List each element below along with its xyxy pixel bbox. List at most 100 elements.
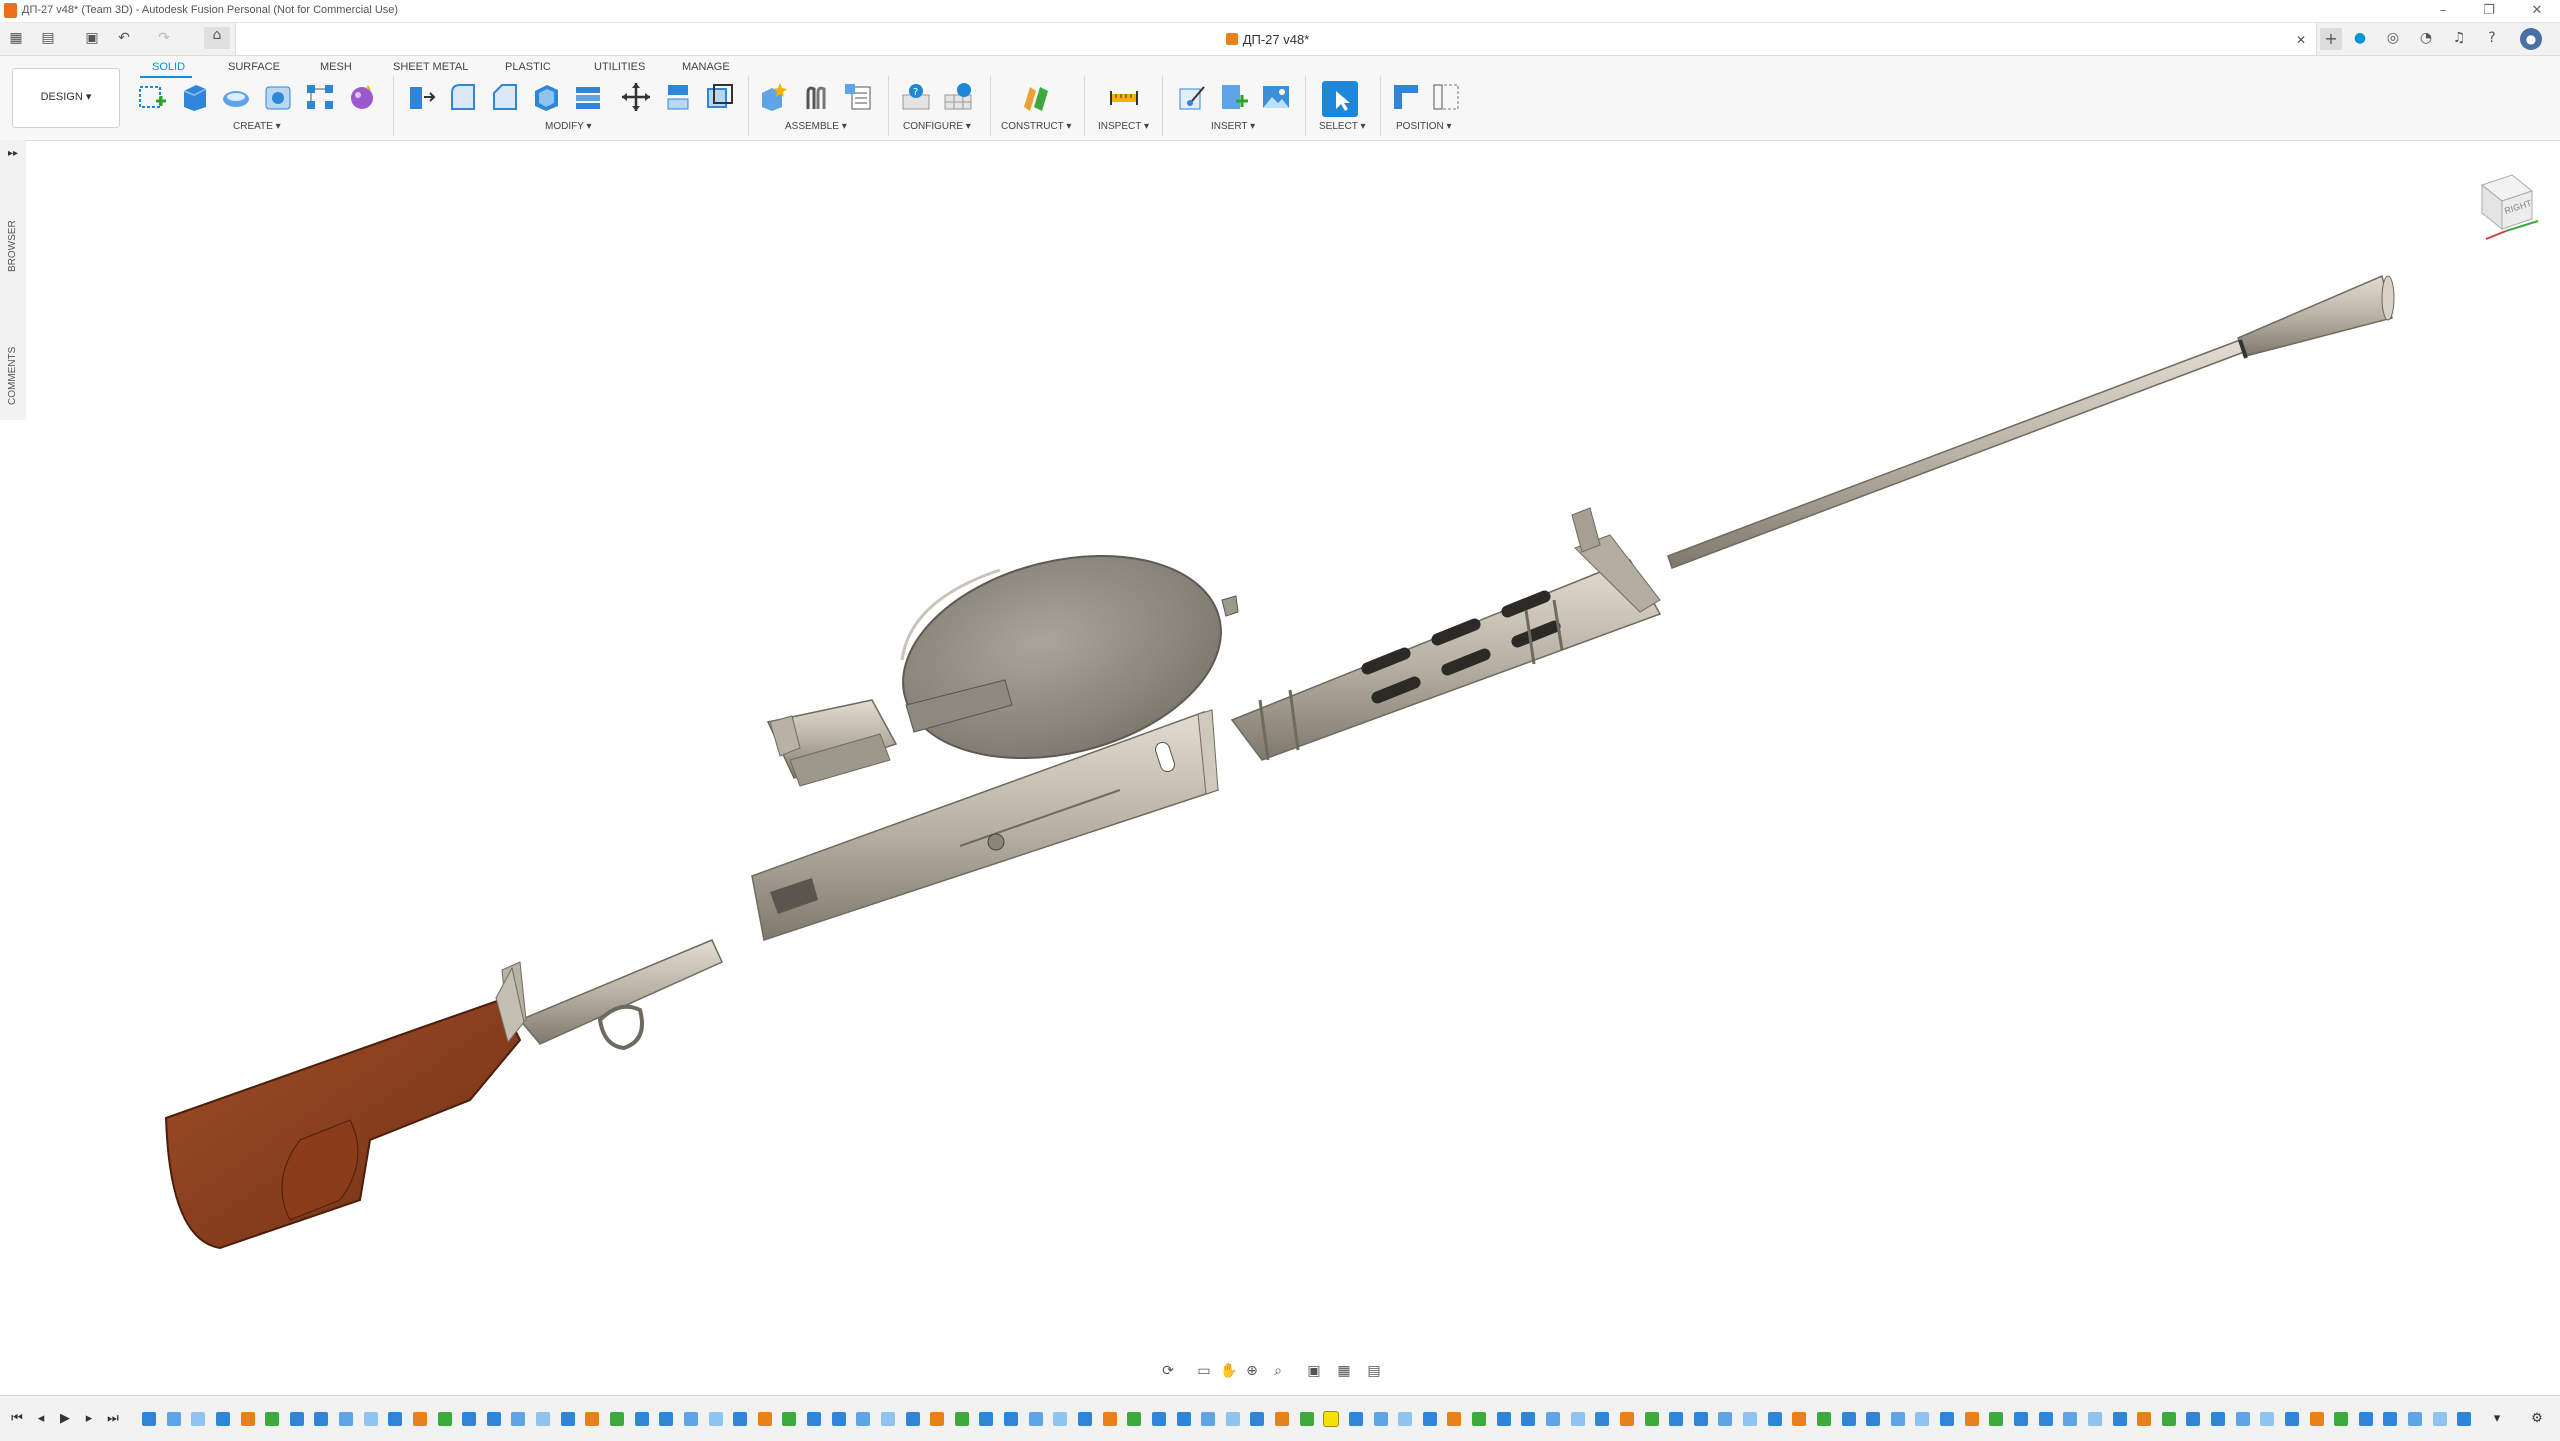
skip-end-icon[interactable]: ⏭ [104, 1410, 122, 1428]
tab-utilities[interactable]: UTILITIES [594, 61, 645, 73]
timeline-feature-icon[interactable] [1842, 1412, 1856, 1426]
group-create[interactable]: CREATE ▾ [233, 121, 281, 132]
timeline-feature-icon[interactable] [979, 1412, 993, 1426]
timeline-feature-icon[interactable] [1447, 1412, 1461, 1426]
timeline-feature-icon[interactable] [364, 1412, 378, 1426]
timeline-feature-icon[interactable] [1546, 1412, 1560, 1426]
timeline-feature-icon[interactable] [2310, 1412, 2324, 1426]
timeline-feature-icon[interactable] [1521, 1412, 1535, 1426]
view-cube[interactable]: RIGHT [2466, 165, 2546, 245]
timeline-feature-icon[interactable] [782, 1412, 796, 1426]
form-button[interactable] [346, 81, 378, 113]
combine-button[interactable] [572, 81, 604, 113]
timeline-feature-icon[interactable] [2137, 1412, 2151, 1426]
timeline-feature-icon[interactable] [339, 1412, 353, 1426]
tab-solid[interactable]: SOLID [152, 61, 185, 73]
timeline-feature-icon[interactable] [2236, 1412, 2250, 1426]
capture-position-button[interactable] [1390, 81, 1422, 113]
timeline-feature-icon[interactable] [2113, 1412, 2127, 1426]
timeline-settings-icon[interactable]: ⚙ [2528, 1410, 2546, 1428]
timeline-feature-icon[interactable] [413, 1412, 427, 1426]
timeline-feature-icon[interactable] [585, 1412, 599, 1426]
fillet-button[interactable] [446, 81, 478, 113]
timeline-feature-icon[interactable] [1127, 1412, 1141, 1426]
timeline-feature-icon[interactable] [1349, 1412, 1363, 1426]
tab-manage[interactable]: MANAGE [682, 61, 730, 73]
timeline-feature-icon[interactable] [1595, 1412, 1609, 1426]
timeline-feature-icon[interactable] [241, 1412, 255, 1426]
insert-mcmaster-button[interactable] [1218, 81, 1250, 113]
timeline-feature-icon[interactable] [856, 1412, 870, 1426]
timeline-feature-icon[interactable] [758, 1412, 772, 1426]
skip-start-icon[interactable]: ⏮ [8, 1410, 26, 1428]
wooden-stock-part[interactable] [164, 966, 525, 1250]
timeline-feature-icon[interactable] [881, 1412, 895, 1426]
feed-cover-part[interactable] [766, 699, 898, 787]
timeline-feature-icon[interactable] [2285, 1412, 2299, 1426]
press-pull-button[interactable] [404, 81, 436, 113]
revert-position-button[interactable] [1430, 81, 1462, 113]
fit-icon[interactable]: ⌕ [1270, 1363, 1286, 1379]
browser-panel-tab[interactable]: BROWSER [7, 220, 18, 272]
timeline-feature-icon[interactable] [2433, 1412, 2447, 1426]
timeline-feature-icon[interactable] [438, 1412, 452, 1426]
timeline-feature-icon[interactable] [1669, 1412, 1683, 1426]
comments-panel-tab[interactable]: COMMENTS [7, 347, 18, 405]
align-button[interactable] [662, 81, 694, 113]
timeline-feature-icon[interactable] [1866, 1412, 1880, 1426]
pattern-button[interactable] [304, 81, 336, 113]
group-modify[interactable]: MODIFY ▾ [545, 121, 592, 132]
timeline-feature-icon[interactable] [807, 1412, 821, 1426]
canvas-viewport[interactable]: RIGHT [26, 141, 2560, 1379]
timeline-feature-icon[interactable] [462, 1412, 476, 1426]
home-icon[interactable]: ⌂ [204, 27, 230, 49]
move-copy-button[interactable] [620, 81, 652, 113]
timeline-feature-icon[interactable] [1891, 1412, 1905, 1426]
pan-icon[interactable]: ✋ [1220, 1363, 1237, 1379]
timeline-feature-icon[interactable] [1004, 1412, 1018, 1426]
timeline-feature-icon[interactable] [1571, 1412, 1585, 1426]
timeline-feature-icon[interactable] [191, 1412, 205, 1426]
expand-panel-icon[interactable]: ▸▸ [8, 148, 18, 159]
viewports-icon[interactable]: ▤ [1366, 1363, 1382, 1379]
timeline-feature-icon[interactable] [2063, 1412, 2077, 1426]
close-button[interactable]: ✕ [2522, 2, 2552, 20]
timeline-feature-icon[interactable] [1250, 1412, 1264, 1426]
group-assemble[interactable]: ASSEMBLE ▾ [785, 121, 847, 132]
extensions-icon[interactable]: ● [2352, 30, 2368, 46]
timeline-feature-icon[interactable] [1398, 1412, 1412, 1426]
barrel-shroud-part[interactable] [1230, 507, 1662, 761]
play-icon[interactable]: ▶ [56, 1410, 74, 1428]
timeline-feature-icon[interactable] [1792, 1412, 1806, 1426]
timeline-feature-icon[interactable] [2334, 1412, 2348, 1426]
new-tab-icon[interactable]: + [2320, 28, 2342, 50]
group-construct[interactable]: CONSTRUCT ▾ [1001, 121, 1071, 132]
timeline-feature-icon[interactable] [955, 1412, 969, 1426]
configuration-table-button[interactable] [942, 81, 974, 113]
display-settings-icon[interactable]: ▣ [1306, 1363, 1322, 1379]
minimize-button[interactable]: – [2428, 2, 2458, 20]
job-status-icon[interactable]: ◎ [2385, 30, 2401, 46]
insert-derive-button[interactable] [1176, 81, 1208, 113]
offset-plane-button[interactable] [1020, 81, 1052, 113]
timeline-feature-icon[interactable] [1989, 1412, 2003, 1426]
timeline-feature-icon[interactable] [2088, 1412, 2102, 1426]
save-icon[interactable]: ▣ [84, 30, 100, 46]
restore-button[interactable]: ❐ [2474, 2, 2504, 20]
create-sketch-button[interactable] [136, 81, 168, 113]
document-tab[interactable]: ДП-27 v48* ✕ [235, 23, 2317, 55]
timeline-feature-icon[interactable] [2014, 1412, 2028, 1426]
timeline-feature-icon[interactable] [1103, 1412, 1117, 1426]
timeline-feature-icon[interactable] [2260, 1412, 2274, 1426]
group-configure[interactable]: CONFIGURE ▾ [903, 121, 971, 132]
timeline-feature-icon[interactable] [1645, 1412, 1659, 1426]
app-grid-icon[interactable]: ▦ [8, 30, 24, 46]
new-component-button[interactable] [758, 81, 790, 113]
revolve-button[interactable] [220, 81, 252, 113]
timeline-feature-icon[interactable] [1915, 1412, 1929, 1426]
timeline-feature-icon[interactable] [536, 1412, 550, 1426]
timeline-feature-icon[interactable] [1694, 1412, 1708, 1426]
timeline-feature-icon[interactable] [167, 1412, 181, 1426]
timeline-feature-icon[interactable] [1620, 1412, 1634, 1426]
orbit-icon[interactable]: ⟳ [1160, 1363, 1176, 1379]
